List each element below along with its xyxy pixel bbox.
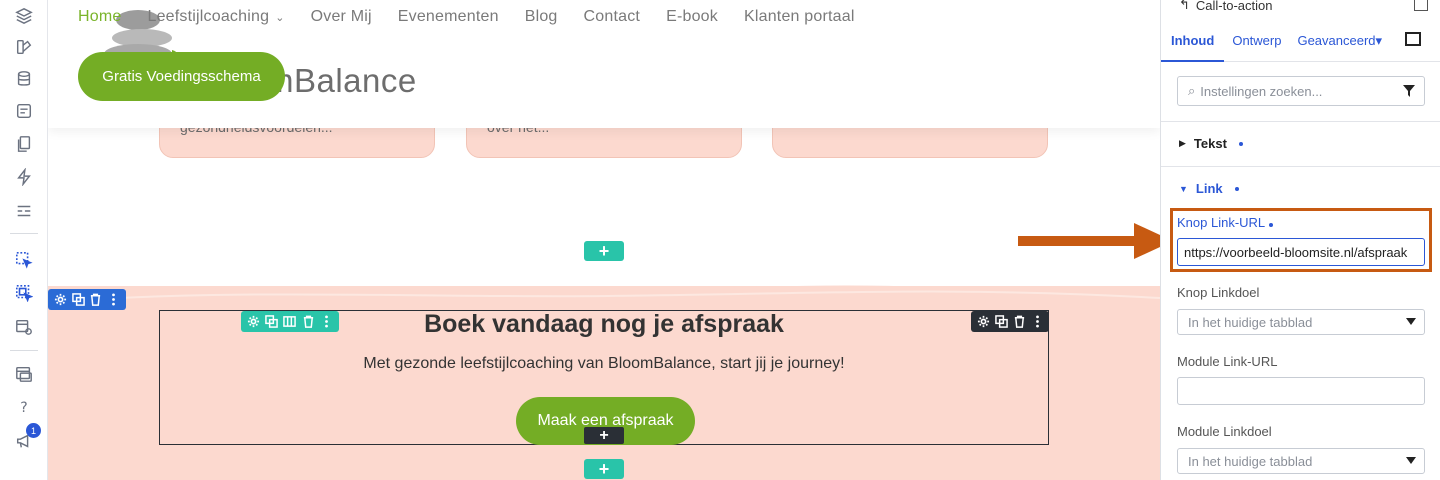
more-options-icon[interactable] [1030,315,1044,329]
knop-linkdoel-select[interactable]: In het huidige tabblad [1177,309,1425,335]
nav-item-klanten-portaal[interactable]: Klanten portaal [744,8,855,26]
duplicate-icon[interactable] [265,315,279,329]
module-linkdoel-select[interactable]: In het huidige tabblad [1177,448,1425,474]
database-icon[interactable] [14,69,34,89]
add-section-button[interactable]: + [584,241,624,261]
caret-down-icon [1406,457,1416,464]
annotation-highlight-box [1170,208,1432,272]
trash-icon[interactable] [1012,315,1026,329]
nav-item-over-mij[interactable]: Over Mij [311,8,372,26]
layers-icon[interactable] [14,6,34,26]
section-wave-divider [48,285,1160,310]
expand-panel-icon[interactable] [1405,32,1421,46]
panel-divider [1161,121,1440,122]
select-value: In het huidige tabblad [1188,453,1313,469]
nav-item-leefstijlcoaching[interactable]: Leefstijlcoaching ⌄ [147,8,284,26]
settings-search[interactable]: ⌕ Instellingen zoeken... [1177,76,1425,106]
logo-text: mBalance [266,62,417,99]
main-nav: Home Leefstijlcoaching ⌄ Over Mij Eveneme… [78,8,881,26]
tab-inhoud[interactable]: Inhoud [1161,24,1225,62]
gear-icon[interactable] [246,315,260,329]
columns-icon[interactable] [283,315,297,329]
page-canvas: gezondheidsvoordelen... over het... Home… [48,0,1160,480]
caret-down-icon: ▼ [1179,183,1188,194]
nav-item-label: Leefstijlcoaching [147,8,270,25]
help-icon[interactable]: ? [14,398,34,418]
builder-tool-rail: ? 1 [0,0,48,480]
caret-down-icon [1406,318,1416,325]
group-tekst[interactable]: ▶ Tekst [1179,136,1243,151]
group-link[interactable]: ▼ Link [1179,181,1239,196]
search-placeholder: Instellingen zoeken... [1200,83,1323,99]
row-toolbar [241,311,339,332]
form-icon[interactable] [14,101,34,121]
module-link-url-input[interactable] [1177,377,1425,405]
duplicate-icon[interactable] [994,315,1008,329]
annotation-arrow-icon [1018,223,1173,259]
group-label: Link [1195,181,1223,196]
add-module-button[interactable]: + [584,427,624,444]
panel-title: Call-to-action [1195,0,1273,13]
knop-linkdoel-label: Knop Linkdoel [1177,285,1260,300]
tab-geavanceerd[interactable]: Geavanceerd▾ [1289,24,1390,62]
nav-item-contact[interactable]: Contact [584,8,641,26]
site-header: Home Leefstijlcoaching ⌄ Over Mij Eveneme… [48,0,1160,128]
module-select-icon[interactable] [14,250,34,270]
modified-dot [1234,186,1239,191]
trash-icon[interactable] [301,315,315,329]
module-linkdoel-label: Module Linkdoel [1177,424,1272,439]
duplicate-icon[interactable] [71,293,85,307]
group-label: Tekst [1193,136,1227,151]
chevron-down-icon: ⌄ [275,12,285,24]
lightning-icon[interactable] [14,167,34,187]
caret-down-icon: ▾ [1375,33,1383,48]
notification-badge: 1 [26,423,41,438]
nav-item-blog[interactable]: Blog [525,8,558,26]
trash-icon[interactable] [89,293,103,307]
nav-item-home[interactable]: Home [78,8,121,26]
caret-right-icon: ▶ [1179,138,1186,148]
module-toolbar [971,311,1049,332]
module-link-url-label: Module Link-URL [1177,354,1278,369]
window-icon[interactable] [14,364,34,384]
tab-label: Geavanceerd [1297,33,1376,48]
panel-header: ↰ Call-to-action [1179,0,1273,13]
rail-divider [10,350,38,351]
modified-dot [1238,141,1243,146]
filter-icon[interactable] [1402,84,1416,98]
panel-tabs: Inhoud Ontwerp Geavanceerd▾ [1161,24,1440,62]
cta-subtitle: Met gezonde leefstijlcoaching van BloomB… [363,355,845,372]
nav-item-evenementen[interactable]: Evenementen [398,8,499,26]
gear-icon[interactable] [976,315,990,329]
select-value: In het huidige tabblad [1188,314,1313,330]
rail-divider [10,233,38,234]
section-toolbar [48,289,126,310]
pages-icon[interactable] [14,134,34,154]
gear-icon[interactable] [54,293,68,307]
row-select-icon[interactable] [14,283,34,303]
gratis-voedingsschema-button[interactable]: Gratis Voedingsschema [78,52,285,101]
panel-divider [1161,166,1440,167]
tab-ontwerp[interactable]: Ontwerp [1224,24,1289,62]
add-row-button[interactable]: + [584,459,624,479]
more-options-icon[interactable] [320,315,334,329]
more-options-icon[interactable] [106,293,120,307]
sections-icon[interactable] [14,201,34,221]
palette-icon[interactable] [14,37,34,57]
builder-root: ? 1 gezondheidsvoordelen... over het... … [0,0,1440,480]
page-settings-icon[interactable] [14,317,34,337]
panel-menu-icon[interactable] [1414,0,1428,11]
nav-item-ebook[interactable]: E-book [666,8,718,26]
back-icon[interactable]: ↰ [1179,0,1190,13]
search-icon: ⌕ [1188,83,1196,98]
